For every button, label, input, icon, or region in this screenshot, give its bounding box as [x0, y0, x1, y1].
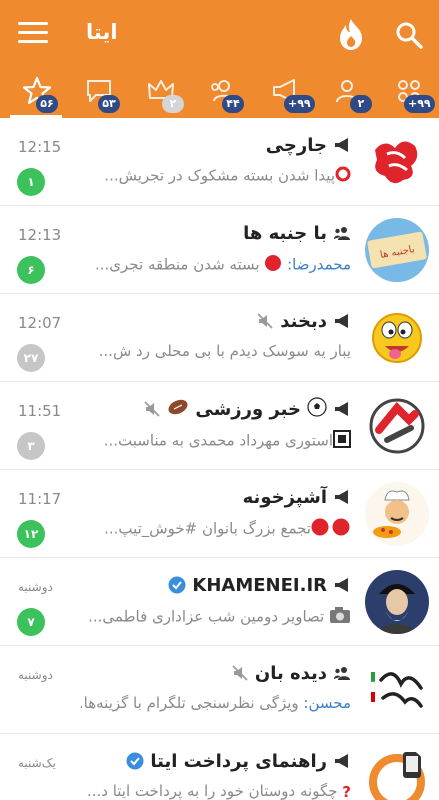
- megaphone-icon: [335, 578, 348, 592]
- tab-private-chats[interactable]: ۵۳: [76, 72, 122, 114]
- chat-row[interactable]: جارچی پیدا شدن بسته مشکوک در تجریش... 12…: [0, 118, 439, 206]
- search-icon[interactable]: [394, 20, 424, 50]
- unread-badge: ۶: [17, 256, 45, 284]
- message-preview: پیدا شدن بسته مشکوک در تجریش...: [81, 166, 351, 192]
- message-preview: محمدرضا: بسته شدن منطقه تجری...: [81, 254, 351, 280]
- message-preview: ? چگونه دوستان خود را به پرداخت ایتا د..…: [86, 782, 351, 800]
- message-preview: استوری مهرداد محمدی به مناسبت...: [81, 430, 351, 456]
- chat-time: دوشنبه: [18, 580, 53, 594]
- unread-badge: ۷: [17, 608, 45, 636]
- unread-badge: ۳: [17, 432, 45, 460]
- red-circles-icon: [311, 518, 351, 540]
- megaphone-icon: [335, 402, 348, 416]
- megaphone-icon: [335, 754, 348, 768]
- muted-icon: [144, 401, 161, 417]
- message-sender: محسن:: [303, 694, 351, 712]
- chat-title: دبخند: [280, 310, 327, 332]
- chat-title: خبر ورزشی: [195, 398, 301, 420]
- tab-channels[interactable]: +۹۹: [262, 72, 315, 114]
- chat-title: جارچی: [265, 134, 327, 156]
- muted-icon: [257, 313, 273, 329]
- chat-time: دوشنبه: [18, 668, 53, 682]
- chat-time: 11:51: [18, 402, 62, 420]
- app-title: ایتا: [86, 20, 118, 44]
- group-icon: [334, 227, 350, 240]
- chat-row[interactable]: خبر ورزشی استوری مهرداد محمدی به مناسبت.…: [0, 382, 439, 470]
- megaphone-icon: [335, 490, 348, 504]
- fire-icon[interactable]: [334, 16, 368, 52]
- avatar: [365, 130, 429, 194]
- chat-row[interactable]: KHAMENEI.IR تصاویر دومین شب عزاداری فاطم…: [0, 558, 439, 646]
- tab-badge: +۹۹: [284, 95, 315, 113]
- verified-icon: [126, 752, 144, 770]
- chat-list: جارچی پیدا شدن بسته مشکوک در تجریش... 12…: [0, 118, 439, 800]
- chat-row[interactable]: دیده بان محسن: ویژگی نظرسنجی تلگرام با گ…: [0, 646, 439, 734]
- unread-badge: ۱: [17, 168, 45, 196]
- muted-icon: [232, 665, 248, 681]
- menu-icon[interactable]: [18, 22, 48, 46]
- tab-favorites[interactable]: ۵۶: [14, 72, 60, 114]
- unread-badge: ۱۲: [17, 520, 45, 548]
- unread-badge: ۲۷: [17, 344, 45, 372]
- megaphone-icon: [335, 314, 348, 328]
- square-icon: [333, 430, 351, 452]
- tab-groups[interactable]: ۴۴: [200, 72, 246, 114]
- chat-title: KHAMENEI.IR: [192, 574, 327, 596]
- chat-row[interactable]: دبخند یبار یه سوسک دیدم با بی محلی رد ش.…: [0, 294, 439, 382]
- chat-time: 11:17: [18, 490, 62, 508]
- message-sender: محمدرضا:: [287, 255, 351, 274]
- message-preview: تصاویر دومین شب عزاداری فاطمی...: [81, 606, 351, 632]
- chat-time: 12:13: [18, 226, 62, 244]
- tab-badge: ۵۳: [98, 95, 120, 113]
- tab-badge: ۲: [350, 95, 372, 113]
- message-preview: محسن: ویژگی نظرسنجی تلگرام با گزینه‌ها..…: [81, 694, 351, 712]
- chat-title: راهنمای پرداخت ایتا: [150, 750, 327, 772]
- red-circle-outline-icon: [335, 166, 351, 186]
- chat-row[interactable]: آشپزخونه تجمع بزرگ بانوان #خوش_تیپ... 11…: [0, 470, 439, 558]
- chat-row[interactable]: باجنبه ها با جنبه ها محمدرضا: بسته شدن م…: [0, 206, 439, 294]
- chat-title: با جنبه ها: [243, 222, 327, 244]
- avatar: [365, 394, 429, 458]
- chat-time: 12:07: [18, 314, 62, 332]
- group-icon: [334, 667, 350, 680]
- avatar: [365, 658, 429, 722]
- chat-title: آشپزخونه: [242, 486, 327, 508]
- soccer-ball-icon: [307, 397, 327, 421]
- tab-badge: ۴۴: [222, 95, 244, 113]
- avatar: [365, 482, 429, 546]
- chat-time: 12:15: [18, 138, 62, 156]
- tab-badge: ۲: [162, 95, 184, 113]
- camera-icon: [329, 606, 351, 628]
- avatar: [365, 746, 429, 800]
- tab-badge: ۵۶: [36, 95, 58, 113]
- megaphone-icon: [335, 138, 348, 152]
- tab-admin[interactable]: ۲: [138, 72, 184, 114]
- chat-title: دیده بان: [254, 662, 327, 684]
- avatar: باجنبه ها: [365, 218, 429, 282]
- message-preview: یبار یه سوسک دیدم با بی محلی رد ش...: [98, 342, 351, 360]
- avatar: [365, 306, 429, 370]
- tab-contacts[interactable]: ۲: [324, 72, 372, 114]
- message-preview: تجمع بزرگ بانوان #خوش_تیپ...: [81, 518, 351, 544]
- question-mark-icon: ?: [342, 782, 351, 800]
- verified-icon: [168, 576, 186, 594]
- app-header: ایتا: [0, 0, 439, 68]
- football-icon: [167, 398, 189, 420]
- filter-tabs: ۵۶ ۵۳ ۲ ۴۴ +۹۹ ۲ +۹۹: [0, 68, 439, 118]
- tab-all[interactable]: +۹۹: [386, 72, 435, 114]
- chat-row[interactable]: راهنمای پرداخت ایتا ? چگونه دوستان خود ر…: [0, 734, 439, 800]
- avatar: [365, 570, 429, 634]
- tab-badge: +۹۹: [404, 95, 435, 113]
- red-circle-icon: [264, 254, 282, 276]
- chat-time: یک‌شنبه: [18, 756, 56, 770]
